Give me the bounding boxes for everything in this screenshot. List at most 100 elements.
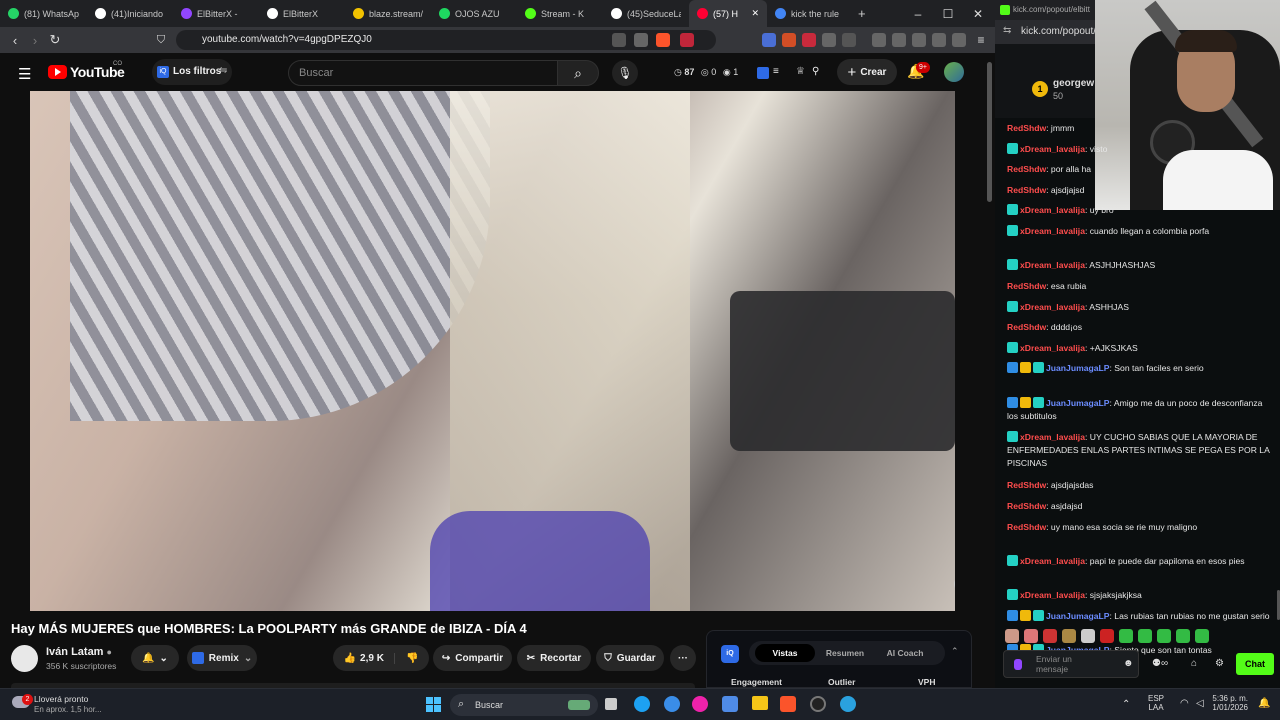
chat-username[interactable]: RedShdw <box>1007 281 1046 291</box>
create-button[interactable]: + Crear <box>837 59 897 85</box>
browser-tab[interactable]: (41)Iniciando n <box>87 0 173 27</box>
chat-username[interactable]: xDream_lavalija <box>1020 343 1085 353</box>
clock[interactable]: 5:36 p. m. 1/01/2026 <box>1212 694 1248 712</box>
edge-icon[interactable] <box>634 696 650 712</box>
chat-message[interactable]: xDream_lavalija: cuando llegan a colombi… <box>1007 225 1272 238</box>
chat-message[interactable]: RedShdw: por alla ha <box>1007 163 1272 176</box>
chat-message[interactable]: xDream_lavalija: +AJKSJKAS <box>1007 341 1272 355</box>
chat-message[interactable]: JuanJumagaLP: Amigo me da un poco de des… <box>1007 396 1272 423</box>
brave-shield-icon[interactable] <box>656 33 670 47</box>
chat-message[interactable]: xDream_lavalija: sjsjaksjakjksa <box>1007 589 1272 602</box>
bookmark-icon[interactable]: ⛉ <box>150 29 172 51</box>
back-icon[interactable]: ‹ <box>4 29 26 51</box>
app-icon[interactable] <box>664 696 680 712</box>
chat-username[interactable]: RedShdw <box>1007 501 1046 511</box>
chat-message[interactable]: xDream_lavalija: papi te puede dar papil… <box>1007 555 1272 568</box>
chat-message[interactable]: RedShdw: jmmm <box>1007 122 1272 135</box>
browser-tab[interactable]: ElBitterX - <box>173 0 259 27</box>
like-button[interactable]: 👍 2,9 K <box>344 652 395 664</box>
emote-icon[interactable] <box>1195 629 1209 643</box>
chat-username[interactable]: RedShdw <box>1007 480 1046 490</box>
reload-icon[interactable]: ↻ <box>44 29 66 51</box>
channel-name[interactable]: Iván Latam ● <box>46 646 112 658</box>
vidiq-tab[interactable]: Resumen <box>815 644 875 662</box>
save-button[interactable]: ⛉ Guardar <box>596 645 664 671</box>
chat-message[interactable]: xDream_lavalija: UY CUCHO SABIAS QUE LA … <box>1007 431 1272 470</box>
translate-icon[interactable] <box>762 33 776 47</box>
cast-icon[interactable] <box>612 33 626 47</box>
popout-url[interactable]: kick.com/popout/ <box>1021 26 1096 37</box>
dislike-button[interactable]: 👎 <box>400 653 418 664</box>
app-icon[interactable] <box>722 696 738 712</box>
chat-username[interactable]: RedShdw <box>1007 123 1046 133</box>
more-actions-button[interactable]: ··· <box>670 645 696 671</box>
vidiq-tab[interactable]: Vistas <box>755 644 815 662</box>
chat-username[interactable]: xDream_lavalija <box>1020 556 1085 566</box>
vpn-icon[interactable] <box>952 33 966 47</box>
maximize-button[interactable]: ☐ <box>933 0 963 27</box>
page-scrollbar[interactable] <box>987 62 992 202</box>
edit-icon[interactable] <box>634 33 648 47</box>
browser-tab[interactable]: kick the rules <box>767 0 847 27</box>
browser-tab[interactable]: (57) H ✕ <box>689 0 767 27</box>
site-info-icon[interactable]: ⇆ <box>1003 25 1011 36</box>
chat-input[interactable]: Enviar un mensaje ☻ <box>1003 650 1139 678</box>
voice-search-icon[interactable]: 🎙 <box>612 60 638 86</box>
list-icon[interactable]: ≡ <box>773 66 779 77</box>
player-overlay-icon[interactable] <box>954 576 955 592</box>
extension-icon[interactable] <box>912 33 926 47</box>
weather-title[interactable]: Lloverá pronto <box>34 694 88 704</box>
send-chat-button[interactable]: Chat <box>1236 653 1274 675</box>
chat-username[interactable]: JuanJumagaLP <box>1046 611 1110 621</box>
chat-username[interactable]: RedShdw <box>1007 522 1046 532</box>
youtube-logo-icon[interactable] <box>48 65 67 79</box>
chat-username[interactable]: xDream_lavalija <box>1020 205 1085 215</box>
clip-button[interactable]: ✂ Recortar <box>517 645 591 671</box>
chat-message[interactable]: RedShdw: dddd¡os <box>1007 321 1272 334</box>
chat-message[interactable]: JuanJumagaLP: Las rubias tan rubias no m… <box>1007 610 1272 623</box>
vidiq-tab[interactable]: AI Coach <box>875 644 935 662</box>
sidebar-icon[interactable] <box>892 33 906 47</box>
hamburger-menu-icon[interactable]: ☰ <box>18 65 31 83</box>
puzzle-icon[interactable] <box>822 33 836 47</box>
chat-username[interactable]: RedShdw <box>1007 322 1046 332</box>
app-icon[interactable] <box>692 696 708 712</box>
share-button[interactable]: ↪ Compartir <box>433 645 512 671</box>
chat-username[interactable]: xDream_lavalija <box>1020 432 1085 442</box>
chat-message[interactable]: JuanJumagaLP: Son tan faciles en serio <box>1007 362 1272 375</box>
tray-arrow-icon[interactable]: ⌃ <box>1122 699 1130 710</box>
chat-username[interactable]: JuanJumagaLP <box>1046 398 1110 408</box>
new-tab-button[interactable]: + <box>858 6 866 21</box>
browser-tab[interactable]: Stream - K <box>517 0 603 27</box>
chat-username[interactable]: xDream_lavalija <box>1020 302 1085 312</box>
emote-icon[interactable] <box>1062 629 1076 643</box>
chat-message[interactable]: RedShdw: esa rubia <box>1007 280 1272 293</box>
browser-tab[interactable]: (81) WhatsApp <box>0 0 87 27</box>
chat-message[interactable]: RedShdw: ajsdjajsdas <box>1007 479 1272 492</box>
channel-avatar[interactable] <box>11 645 38 672</box>
chat-message[interactable]: xDream_lavalija: ASHHJAS <box>1007 300 1272 314</box>
extension-icon[interactable] <box>802 33 816 47</box>
close-tab-icon[interactable]: ✕ <box>751 8 759 19</box>
remix-button[interactable]: Remix ⌄ <box>187 645 257 671</box>
file-explorer-icon[interactable] <box>752 696 768 710</box>
chat-message[interactable]: RedShdw: uy mano esa socia se rie muy ma… <box>1007 521 1272 534</box>
browser-tab[interactable]: blaze.stream/s <box>345 0 431 27</box>
rocket-icon[interactable]: ⚲ <box>812 66 819 77</box>
browser-tab[interactable]: ElBitterX <box>259 0 345 27</box>
chat-username[interactable]: JuanJumagaLP <box>1046 363 1110 373</box>
chat-message[interactable]: RedShdw: ajsdjajsd <box>1007 184 1272 197</box>
extension-icon[interactable] <box>782 33 796 47</box>
emote-icon[interactable] <box>1157 629 1171 643</box>
emote-icon[interactable] <box>1043 629 1057 643</box>
settings-gear-icon[interactable]: ⚙ <box>1215 658 1224 669</box>
emoji-icon[interactable]: ☻ <box>1123 658 1134 669</box>
subscribed-bell-button[interactable]: 🔔 ⌄ <box>131 645 179 671</box>
emote-icon[interactable] <box>1100 629 1114 643</box>
close-window-button[interactable]: ✕ <box>963 0 993 27</box>
notification-center-icon[interactable]: 🔔 <box>1258 698 1270 709</box>
chat-message[interactable]: xDream_lavalija: visto <box>1007 142 1272 156</box>
store-icon[interactable]: ⌂ <box>1191 658 1197 669</box>
emote-icon[interactable] <box>1119 629 1133 643</box>
award-icon[interactable]: ♕ <box>796 66 805 77</box>
